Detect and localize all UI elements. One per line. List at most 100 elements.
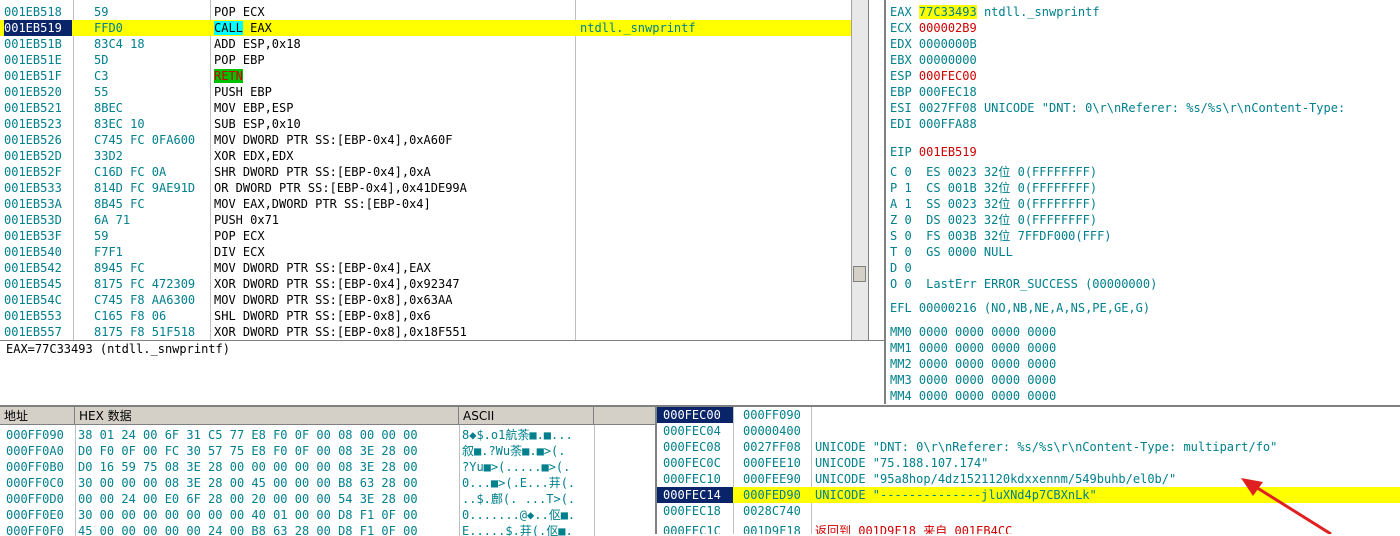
disasm-address[interactable]: 001EB51F — [4, 68, 72, 84]
flag-row[interactable]: Z 0 DS 0023 32位 0(FFFFFFFF) — [890, 212, 1400, 228]
disasm-hex[interactable]: 8945 FC — [94, 260, 209, 276]
disasm-hex[interactable]: FFD0 — [94, 20, 209, 36]
dump-ascii[interactable]: 0...■>(.E...荓(. — [462, 475, 592, 491]
hex-dump-pane[interactable]: 地址 HEX 数据 ASCII 000FF090 38 01 24 00 6F 3… — [0, 405, 655, 536]
disasm-comment[interactable]: ntdll._snwprintf — [580, 20, 850, 36]
disasm-hex[interactable]: C745 FC 0FA600 — [94, 132, 209, 148]
disasm-address[interactable]: 001EB526 — [4, 132, 72, 148]
stack-value[interactable]: 001D9F18 — [743, 523, 811, 534]
disasm-instruction[interactable]: DIV ECX — [214, 244, 574, 260]
stack-row[interactable]: 000FEC08 0027FF08 UNICODE "DNT: 0\r\nRefer… — [657, 439, 1400, 455]
dump-header-hex[interactable]: HEX 数据 — [75, 407, 459, 425]
register-row[interactable]: EBP 000FEC18 — [890, 84, 1400, 100]
disasm-address[interactable]: 001EB521 — [4, 100, 72, 116]
dump-ascii[interactable]: ?Yu■>(.....■>(. — [462, 459, 592, 475]
register-value[interactable]: 000FEC00 — [919, 69, 977, 83]
efl-row[interactable]: EFL 00000216 (NO,NB,NE,A,NS,PE,GE,G) — [890, 300, 1400, 316]
dump-hex-bytes[interactable]: 30 00 00 00 00 00 00 00 40 01 00 00 D8 F… — [78, 507, 458, 523]
dump-hex-bytes[interactable]: D0 F0 0F 00 FC 30 57 75 E8 F0 0F 00 08 3… — [78, 443, 458, 459]
register-value[interactable]: 000002B9 — [919, 21, 977, 35]
disasm-hex[interactable]: 6A 71 — [94, 212, 209, 228]
stack-address[interactable]: 000FEC08 — [657, 439, 733, 455]
disassembly-pane[interactable]: 001EB518 59 POP ECX 001EB519 FFD0 CALL EAX ntd… — [0, 0, 869, 340]
disasm-address[interactable]: 001EB542 — [4, 260, 72, 276]
dump-header-address[interactable]: 地址 — [0, 407, 75, 425]
disasm-hex[interactable]: C165 F8 06 — [94, 308, 209, 324]
dump-ascii[interactable]: ..$.鄜(. ...T>(. — [462, 491, 592, 507]
disasm-row[interactable]: 001EB54C C745 F8 AA6300 MOV DWORD PTR SS:[… — [0, 292, 852, 308]
disasm-instruction[interactable]: ADD ESP,0x18 — [214, 36, 574, 52]
disasm-address[interactable]: 001EB533 — [4, 180, 72, 196]
disasm-row[interactable]: 001EB520 55 PUSH EBP — [0, 84, 852, 100]
disasm-address[interactable]: 001EB52D — [4, 148, 72, 164]
disasm-hex[interactable]: 33D2 — [94, 148, 209, 164]
disasm-hex[interactable]: 8B45 FC — [94, 196, 209, 212]
disasm-hex[interactable]: 814D FC 9AE91D — [94, 180, 209, 196]
disasm-hex[interactable]: C3 — [94, 68, 209, 84]
mmx-row[interactable]: MM4 0000 0000 0000 0000 — [890, 388, 1400, 404]
disasm-instruction[interactable]: MOV EAX,DWORD PTR SS:[EBP-0x4] — [214, 196, 574, 212]
disasm-address[interactable]: 001EB53F — [4, 228, 72, 244]
stack-comment[interactable]: UNICODE "DNT: 0\r\nReferer: %s/%s\r\nCon… — [815, 439, 1400, 455]
disasm-row[interactable]: 001EB545 8175 FC 472309 XOR DWORD PTR SS:[… — [0, 276, 852, 292]
dump-row[interactable]: 000FF0F0 45 00 00 00 00 00 24 00 B8 63 28… — [0, 523, 655, 536]
dump-ascii[interactable]: 叙■.?Wu荼■.■>(. — [462, 443, 592, 459]
register-value[interactable]: 00000000 — [919, 53, 977, 67]
stack-address[interactable]: 000FEC04 — [657, 423, 733, 439]
dump-row[interactable]: 000FF0E0 30 00 00 00 00 00 00 00 40 01 00… — [0, 507, 655, 523]
disasm-instruction[interactable]: SUB ESP,0x10 — [214, 116, 574, 132]
disasm-instruction[interactable]: MOV DWORD PTR SS:[EBP-0x8],0x63AA — [214, 292, 574, 308]
register-row[interactable]: EDI 000FFA88 — [890, 116, 1400, 132]
disasm-instruction[interactable]: SHL DWORD PTR SS:[EBP-0x8],0x6 — [214, 308, 574, 324]
stack-address[interactable]: 000FEC18 — [657, 503, 733, 519]
disasm-instruction[interactable]: PUSH EBP — [214, 84, 574, 100]
disasm-scrollbar[interactable] — [851, 0, 868, 340]
disasm-row[interactable]: 001EB51F C3 RETN — [0, 68, 852, 84]
mmx-row[interactable]: MM3 0000 0000 0000 0000 — [890, 372, 1400, 388]
dump-header-ascii[interactable]: ASCII — [459, 407, 594, 425]
disasm-hex[interactable]: 8175 FC 472309 — [94, 276, 209, 292]
disasm-instruction[interactable]: CALL EAX — [214, 20, 574, 36]
dump-address[interactable]: 000FF0F0 — [6, 523, 74, 536]
register-row[interactable]: ESP 000FEC00 — [890, 68, 1400, 84]
disasm-address[interactable]: 001EB518 — [4, 4, 72, 20]
disasm-address[interactable]: 001EB51E — [4, 52, 72, 68]
disasm-row[interactable]: 001EB540 F7F1 DIV ECX — [0, 244, 852, 260]
disasm-hex[interactable]: C16D FC 0A — [94, 164, 209, 180]
disasm-row[interactable]: 001EB52D 33D2 XOR EDX,EDX — [0, 148, 852, 164]
disasm-hex[interactable]: 55 — [94, 84, 209, 100]
stack-value[interactable]: 00000400 — [743, 423, 811, 439]
dump-ascii[interactable]: E.....$.荓(.伛■. — [462, 523, 592, 536]
dump-hex-bytes[interactable]: 38 01 24 00 6F 31 C5 77 E8 F0 0F 00 08 0… — [78, 427, 458, 443]
disasm-row[interactable]: 001EB533 814D FC 9AE91D OR DWORD PTR SS:[E… — [0, 180, 852, 196]
disasm-hex[interactable]: 5D — [94, 52, 209, 68]
dump-address[interactable]: 000FF0E0 — [6, 507, 74, 523]
disasm-row[interactable]: 001EB526 C745 FC 0FA600 MOV DWORD PTR SS:[… — [0, 132, 852, 148]
register-value[interactable]: 0027FF08 — [919, 101, 977, 115]
dump-address[interactable]: 000FF0B0 — [6, 459, 74, 475]
disasm-address[interactable]: 001EB553 — [4, 308, 72, 324]
dump-row[interactable]: 000FF0C0 30 00 00 00 08 3E 28 00 45 00 00… — [0, 475, 655, 491]
register-value[interactable]: 77C33493 — [918, 5, 977, 19]
disasm-address[interactable]: 001EB51B — [4, 36, 72, 52]
mmx-row[interactable]: MM1 0000 0000 0000 0000 — [890, 340, 1400, 356]
mmx-row[interactable]: MM2 0000 0000 0000 0000 — [890, 356, 1400, 372]
disasm-instruction[interactable]: OR DWORD PTR SS:[EBP-0x4],0x41DE99A — [214, 180, 574, 196]
stack-pane[interactable]: 000FEC00 000FF090 000FEC04 00000400 000FEC08… — [655, 405, 1400, 534]
flag-row[interactable]: A 1 SS 0023 32位 0(FFFFFFFF) — [890, 196, 1400, 212]
dump-hex-bytes[interactable]: 00 00 24 00 E0 6F 28 00 20 00 00 00 54 3… — [78, 491, 458, 507]
stack-address[interactable]: 000FEC14 — [657, 487, 733, 503]
disasm-row[interactable]: 001EB53F 59 POP ECX — [0, 228, 852, 244]
disasm-address[interactable]: 001EB557 — [4, 324, 72, 340]
disasm-instruction[interactable]: POP ECX — [214, 4, 574, 20]
register-value[interactable]: 000FEC18 — [919, 85, 977, 99]
register-row[interactable]: EAX 77C33493 ntdll._snwprintf — [890, 4, 1400, 20]
dump-address[interactable]: 000FF0C0 — [6, 475, 74, 491]
dump-hex-bytes[interactable]: D0 16 59 75 08 3E 28 00 00 00 00 00 08 3… — [78, 459, 458, 475]
disasm-hex[interactable]: 8175 F8 51F518 — [94, 324, 209, 340]
flag-row[interactable]: O 0 LastErr ERROR_SUCCESS (00000000) — [890, 276, 1400, 292]
mmx-row[interactable]: MM0 0000 0000 0000 0000 — [890, 324, 1400, 340]
disasm-row[interactable]: 001EB521 8BEC MOV EBP,ESP — [0, 100, 852, 116]
disasm-instruction[interactable]: RETN — [214, 68, 574, 84]
disasm-row[interactable]: 001EB519 FFD0 CALL EAX ntdll._snwprintf — [0, 20, 852, 36]
